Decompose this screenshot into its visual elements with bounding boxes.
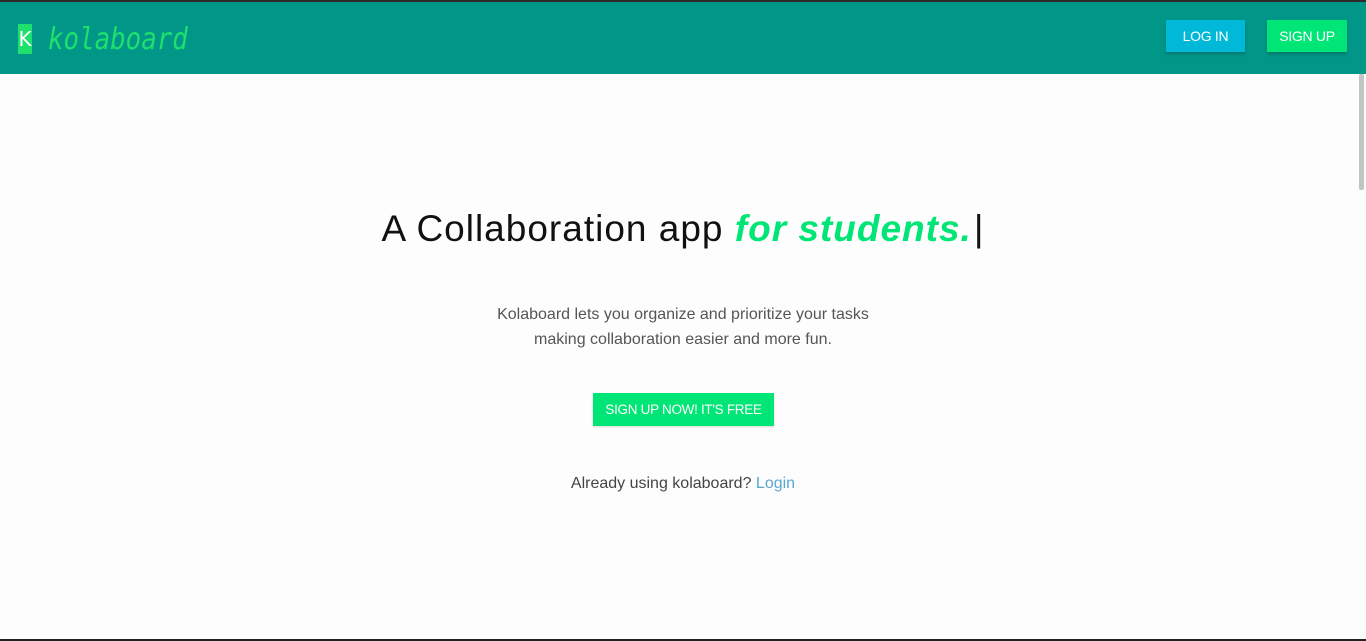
headline-accent: for students.	[734, 208, 972, 249]
navbar: K kolaboard LOG IN SIGN UP	[0, 2, 1366, 74]
brand-name: kolaboard	[48, 21, 188, 57]
signup-now-button[interactable]: SIGN UP NOW! IT'S FREE	[593, 393, 774, 426]
already-using-label: Already using kolaboard?	[570, 475, 756, 492]
typing-cursor: |	[973, 208, 985, 249]
description-line-1: Kolaboard lets you organize and prioriti…	[497, 306, 869, 323]
headline-prefix: A Collaboration app	[381, 208, 735, 249]
page: K kolaboard LOG IN SIGN UP A Collaborati…	[0, 0, 1366, 641]
hero-description: Kolaboard lets you organize and prioriti…	[0, 302, 1366, 352]
brand-logo[interactable]: K kolaboard	[18, 21, 211, 57]
scrollbar-thumb[interactable]	[1359, 74, 1364, 190]
already-using-text: Already using kolaboard? Login	[0, 475, 1366, 493]
login-link[interactable]: Login	[756, 475, 795, 492]
signup-button[interactable]: SIGN UP	[1267, 20, 1347, 52]
description-line-2: making collaboration easier and more fun…	[534, 331, 832, 348]
login-button[interactable]: LOG IN	[1166, 20, 1245, 52]
logo-k-icon: K	[18, 24, 32, 54]
hero-headline: A Collaboration app for students.|	[0, 208, 1366, 250]
